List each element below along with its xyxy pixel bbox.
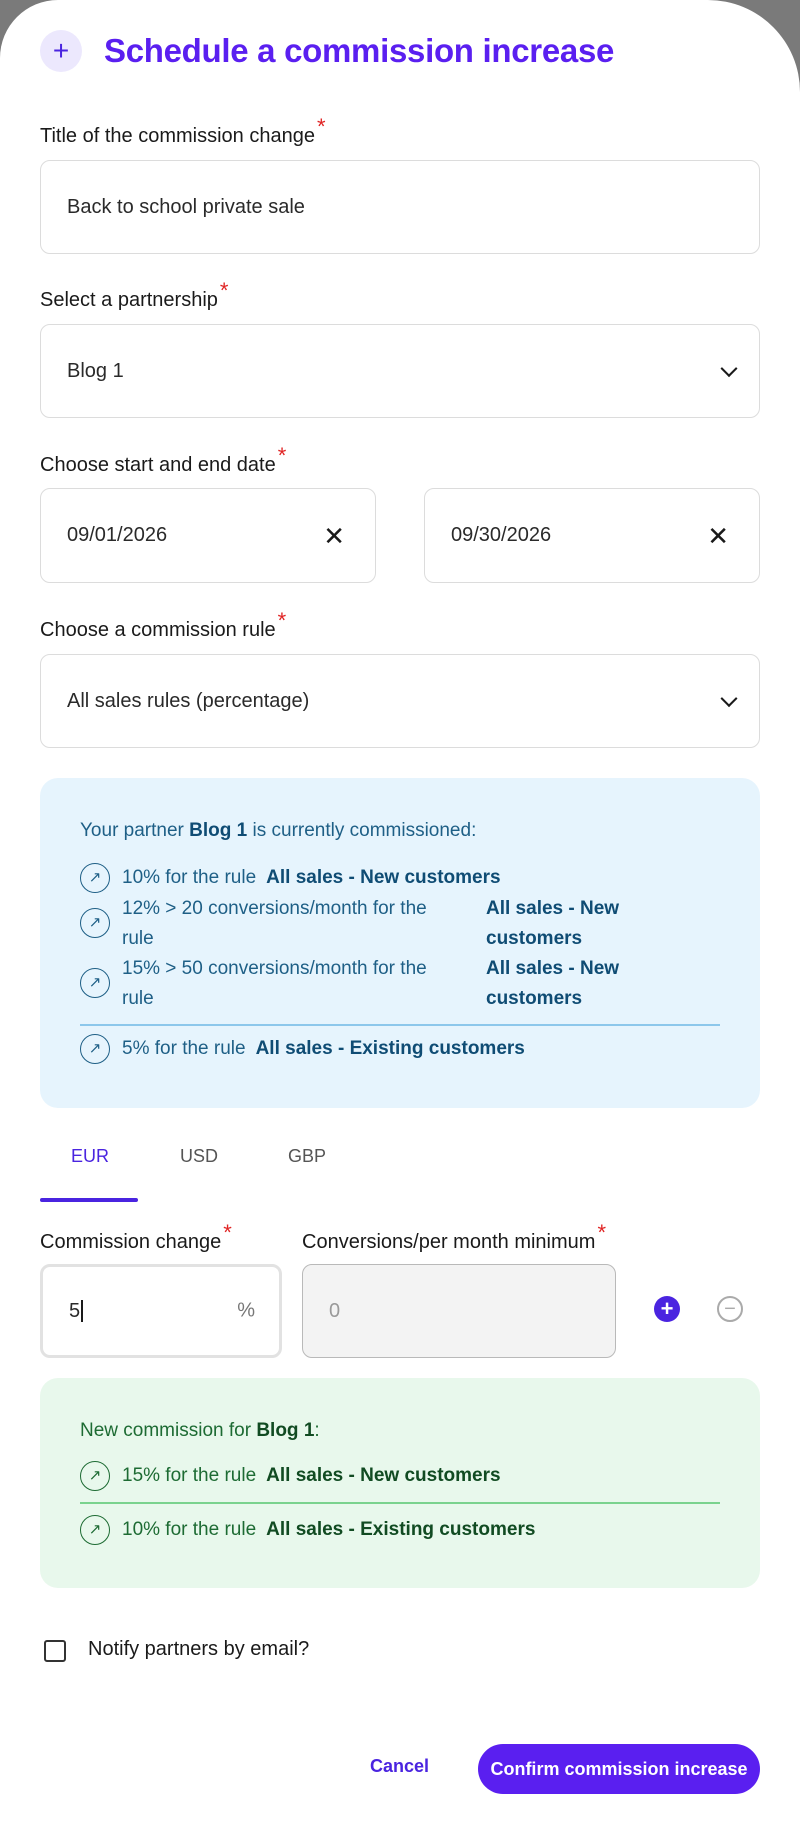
rule-name: All sales - New customers (266, 867, 501, 888)
rule-text: 10% for the rule (122, 1519, 257, 1540)
new-rule-row: ↗ 10% for the rule All sales - Existing … (80, 1515, 535, 1545)
modal-header: + Schedule a commission increase (40, 30, 614, 72)
commission-change-input[interactable]: 5 % (40, 1264, 282, 1358)
commission-change-value: 5 (69, 1299, 81, 1322)
dates-label-text: Choose start and end date (40, 454, 276, 476)
rule-label-text: Choose a commission rule (40, 619, 276, 641)
clear-end-date-icon[interactable]: ✕ (707, 523, 729, 549)
current-rule-row: ↗ 12% > 20 conversions/month for the rul… (80, 894, 646, 954)
current-commission-box: Your partner Blog 1 is currently commiss… (40, 778, 760, 1108)
rule-text: 10% for the rule (122, 867, 257, 888)
arrow-up-right-icon: ↗ (80, 908, 110, 938)
text-cursor (81, 1300, 83, 1322)
rule-name: All sales - New customers (486, 958, 620, 1009)
tab-gbp[interactable]: GBP (288, 1146, 326, 1167)
notify-label: Notify partners by email? (88, 1638, 310, 1660)
arrow-up-right-icon: ↗ (80, 1515, 110, 1545)
chevron-down-icon (720, 690, 738, 708)
tab-usd[interactable]: USD (180, 1146, 218, 1167)
title-input-value: Back to school private sale (67, 195, 305, 218)
new-rule-row: ↗ 15% for the rule All sales - New custo… (80, 1461, 501, 1491)
rule-name: All sales - New customers (266, 1465, 501, 1486)
title-input[interactable]: Back to school private sale (40, 160, 760, 254)
conversions-label: Conversions/per month minimum* (302, 1220, 606, 1254)
tab-eur[interactable]: EUR (71, 1146, 109, 1167)
add-tier-button[interactable]: + (654, 1296, 680, 1322)
intro-prefix: New commission for (80, 1420, 252, 1441)
start-date-value: 09/01/2026 (67, 524, 168, 546)
arrow-up-right-icon: ↗ (80, 863, 110, 893)
conversions-label-text: Conversions/per month minimum (302, 1231, 596, 1253)
current-rule-row: ↗ 10% for the rule All sales - New custo… (80, 863, 501, 893)
chevron-down-icon (720, 360, 738, 378)
rule-label: Choose a commission rule* (40, 608, 286, 642)
clear-start-date-icon[interactable]: ✕ (323, 523, 345, 549)
title-label-text: Title of the commission change (40, 125, 315, 147)
start-date-input[interactable]: 09/01/2026 ✕ (40, 488, 376, 583)
required-mark: * (316, 114, 326, 139)
currency-tabs: EUR USD GBP (40, 1140, 760, 1202)
partnership-label: Select a partnership* (40, 278, 228, 312)
rule-text: 5% for the rule (122, 1038, 246, 1059)
required-mark: * (219, 278, 229, 303)
dates-label: Choose start and end date* (40, 443, 286, 477)
confirm-commission-increase-button[interactable]: Confirm commission increase (478, 1744, 760, 1794)
partner-name: Blog 1 (189, 820, 248, 841)
active-tab-indicator (40, 1198, 138, 1202)
intro-suffix: is currently commissioned: (252, 820, 477, 841)
intro-colon: : (314, 1420, 320, 1441)
current-commission-intro: Your partner Blog 1 is currently commiss… (80, 820, 476, 842)
conversions-minimum-input[interactable]: 0 (302, 1264, 616, 1358)
divider (80, 1502, 720, 1504)
required-mark: * (277, 443, 287, 468)
required-mark: * (277, 608, 287, 633)
title-label: Title of the commission change* (40, 114, 326, 148)
divider (80, 1024, 720, 1026)
conversions-placeholder: 0 (329, 1299, 341, 1322)
modal-title: Schedule a commission increase (104, 32, 615, 69)
arrow-up-right-icon: ↗ (80, 1034, 110, 1064)
percent-unit: % (237, 1299, 255, 1322)
arrow-up-right-icon: ↗ (80, 968, 110, 998)
rule-text: 15% > 50 conversions/month for the rule (122, 958, 427, 1009)
partnership-select-value: Blog 1 (67, 359, 124, 382)
rule-name: All sales - Existing customers (266, 1519, 536, 1540)
commission-change-label-text: Commission change (40, 1231, 222, 1253)
required-mark: * (597, 1220, 606, 1245)
modal-panel: + Schedule a commission increase Title o… (0, 0, 800, 1846)
rule-text: 15% for the rule (122, 1465, 257, 1486)
rule-text: 12% > 20 conversions/month for the rule (122, 898, 427, 949)
notify-checkbox[interactable] (44, 1640, 66, 1662)
required-mark: * (223, 1220, 232, 1245)
commission-change-label: Commission change* (40, 1220, 232, 1254)
rule-select[interactable]: All sales rules (percentage) (40, 654, 760, 748)
end-date-value: 09/30/2026 (451, 524, 552, 546)
rule-name: All sales - Existing customers (255, 1038, 525, 1059)
cancel-button[interactable]: Cancel (370, 1756, 429, 1777)
arrow-up-right-icon: ↗ (80, 1461, 110, 1491)
current-rule-row: ↗ 5% for the rule All sales - Existing c… (80, 1034, 525, 1064)
remove-tier-button[interactable]: − (717, 1296, 743, 1322)
new-commission-intro: New commission for Blog 1: (80, 1420, 320, 1442)
rule-select-value: All sales rules (percentage) (67, 689, 310, 712)
partner-name: Blog 1 (256, 1420, 315, 1441)
intro-prefix: Your partner (80, 820, 184, 841)
partnership-label-text: Select a partnership (40, 289, 218, 311)
plus-icon: + (40, 30, 82, 72)
rule-name: All sales - New customers (486, 898, 620, 949)
end-date-input[interactable]: 09/30/2026 ✕ (424, 488, 760, 583)
partnership-select[interactable]: Blog 1 (40, 324, 760, 418)
new-commission-box: New commission for Blog 1: ↗ 15% for the… (40, 1378, 760, 1588)
current-rule-row: ↗ 15% > 50 conversions/month for the rul… (80, 954, 646, 1014)
